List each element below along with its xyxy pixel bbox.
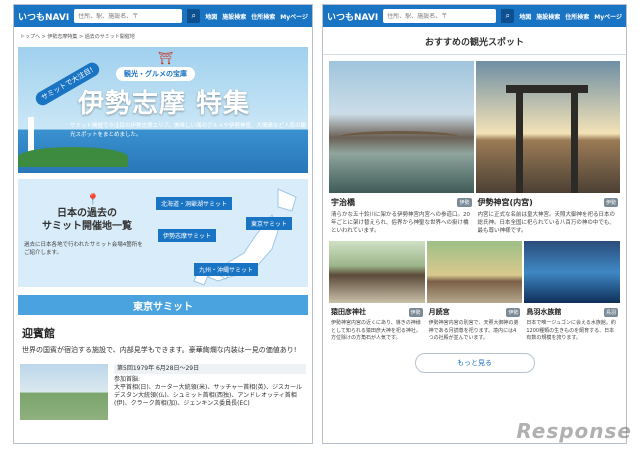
tag-ise-shima-summit[interactable]: 伊勢志摩サミット [158,229,217,242]
nav-facility-search[interactable]: 施設検索 [222,12,246,21]
spot-card[interactable]: 鳥羽水族館 鳥羽 日本で唯一ジュゴンに会える水族館。約1200種類の生きものを飼… [524,303,620,343]
response-watermark: Response [516,419,632,443]
more-button[interactable]: もっと見る [414,352,535,373]
spot-card[interactable]: 月読宮 伊勢 伊勢神宮内宮の別宮で、天照大御神の弟神である月読尊を祀ります。境内… [427,303,523,343]
hero-title: 伊勢志摩 特集 [78,89,251,119]
recommended-spots-title: おすすめの観光スポット [323,35,626,55]
spot-captions-top: 宇治橋 伊勢 清らかな五十鈴川に架かる伊勢神宮内宮への参道口。20年ごとに架け替… [329,193,620,235]
hero-banner[interactable]: ⛩ サミットで大注目! 観光・グルメの宝庫 伊勢志摩 特集 サミット開催で今注目… [18,47,308,173]
venue-description: 世界の国賓が宿泊する施設で、内部見学もできます。豪華絢爛な内装は一見の価値あり! [22,346,297,354]
left-phone-screen: いつもNAVI ⌕ 地図 施設検索 住所検索 Myページ トップへ > 伊勢志摩… [13,4,313,444]
prefecture-badge: 伊勢 [506,308,521,317]
site-header: いつもNAVI ⌕ 地図 施設検索 住所検索 Myページ [14,5,312,27]
search-input[interactable] [78,12,183,20]
prefecture-badge: 伊勢 [408,308,423,317]
hero-description: サミット開催で今注目の伊勢志摩エリア。美味しい海のグルメや伊勢神宮、大鳴島など人… [70,123,306,138]
spot-name: 宇治橋 [331,198,355,207]
spot-photos-bottom [329,241,621,303]
event-date: 第5回1979年 6月28日～29日 [114,364,306,374]
tsukiyomi-shrine-photo[interactable] [426,241,523,303]
coast-image [18,147,128,167]
nav-address-search[interactable]: 住所検索 [565,12,589,21]
search-input[interactable] [387,12,497,20]
ise-jingu-photo[interactable] [475,61,620,193]
site-header: いつもNAVI ⌕ 地図 施設検索 住所検索 Myページ [323,5,626,27]
torii-gate-shape [505,85,588,193]
right-phone-screen: いつもNAVI ⌕ 地図 施設検索 住所検索 Myページ おすすめの観光スポット… [322,4,627,444]
nav-map[interactable]: 地図 [205,12,217,21]
participants-label: 参加首脳: [114,376,141,383]
nav-facility-search[interactable]: 施設検索 [536,12,560,21]
hero-category: 観光・グルメの宝庫 [116,67,195,81]
uji-bridge-photo[interactable] [329,61,474,193]
site-logo[interactable]: いつもNAVI [327,10,378,23]
spot-description: 伊勢神宮内宮の別宮で、天照大御神の弟神である月読尊を祀ります。境内には4つの社殿… [428,320,519,341]
search-box[interactable] [74,9,183,23]
nav-mypage[interactable]: Myページ [594,12,622,21]
spot-name: 伊勢神宮(内宮) [477,198,533,207]
spot-card[interactable]: 宇治橋 伊勢 清らかな五十鈴川に架かる伊勢神宮内宮への参道口。20年ごとに架け替… [329,193,474,235]
map-subtitle: 過去に日本各地で行われたサミット会場4箇所をご紹介します。 [24,242,143,256]
summit-map-banner[interactable]: 📍 日本の過去の サミット開催地一覧 過去に日本各地で行われたサミット会場4箇所… [18,179,308,287]
tag-kyushu-okinawa-summit[interactable]: 九州・沖縄サミット [194,263,259,276]
toba-aquarium-photo[interactable] [524,241,621,303]
venue-info: 第5回1979年 6月28日～29日 参加首脳: 大平首相(日)、カーター大統領… [114,364,306,420]
torii-icon: ⛩ [158,51,174,65]
nav-map[interactable]: 地図 [519,12,531,21]
spot-card[interactable]: 伊勢神宮(内宮) 伊勢 内宮に正式な名前は皇大神宮。天照大御神を祀る日本の総氏神… [476,193,621,235]
breadcrumb[interactable]: トップへ > 伊勢志摩特集 > 過去のサミット開催地 [14,27,312,43]
prefecture-badge: 伊勢 [603,198,618,207]
spot-description: 日本で唯一ジュゴンに会える水族館。約1200種類の生きものを飼育する、日本有数の… [526,320,616,341]
location-pin-icon: 📍 [86,193,100,206]
venue-photo[interactable] [20,364,108,420]
spot-card[interactable]: 猿田彦神社 伊勢 伊勢神宮内宮の近くにあり、導きの神様として知られる猿田彦大神を… [329,303,425,343]
participants-list: 大平首相(日)、カーター大統領(米)、サッチャー首相(英)、ジスカールデスタン大… [114,384,302,407]
nav-mypage[interactable]: Myページ [280,12,308,21]
nav-address-search[interactable]: 住所検索 [251,12,275,21]
search-icon[interactable]: ⌕ [187,9,201,23]
venue-name: 迎賓館 [22,327,55,340]
spot-description: 伊勢神宮内宮の近くにあり、導きの神様として知られる猿田彦大神を祀る神社。方位除け… [331,320,421,341]
venue-detail-row: 第5回1979年 6月28日～29日 参加首脳: 大平首相(日)、カーター大統領… [20,364,306,420]
spot-description: 清らかな五十鈴川に架かる伊勢神宮内宮への参道口。20年ごとに架け替えられ、俗界か… [331,212,471,234]
prefecture-badge: 鳥羽 [604,308,619,317]
search-box[interactable] [383,9,497,23]
search-icon[interactable]: ⌕ [501,9,515,23]
section-heading: 東京サミット [18,295,308,315]
prefecture-badge: 伊勢 [457,198,472,207]
spot-captions-bottom: 猿田彦神社 伊勢 伊勢神宮内宮の近くにあり、導きの神様として知られる猿田彦大神を… [329,303,620,343]
spot-description: 内宮に正式な名前は皇大神宮。天照大御神を祀る日本の総氏神。日本全国に祀られている… [477,212,616,234]
tag-hokkaido-summit[interactable]: 北海道・洞爺湖サミット [156,197,233,210]
site-logo[interactable]: いつもNAVI [18,10,69,23]
tag-tokyo-summit[interactable]: 東京サミット [246,217,293,230]
sarutahiko-shrine-photo[interactable] [329,241,425,303]
spot-photos-top [329,61,620,193]
bridge-shape [339,131,459,143]
map-title: 日本の過去の サミット開催地一覧 [42,208,132,232]
